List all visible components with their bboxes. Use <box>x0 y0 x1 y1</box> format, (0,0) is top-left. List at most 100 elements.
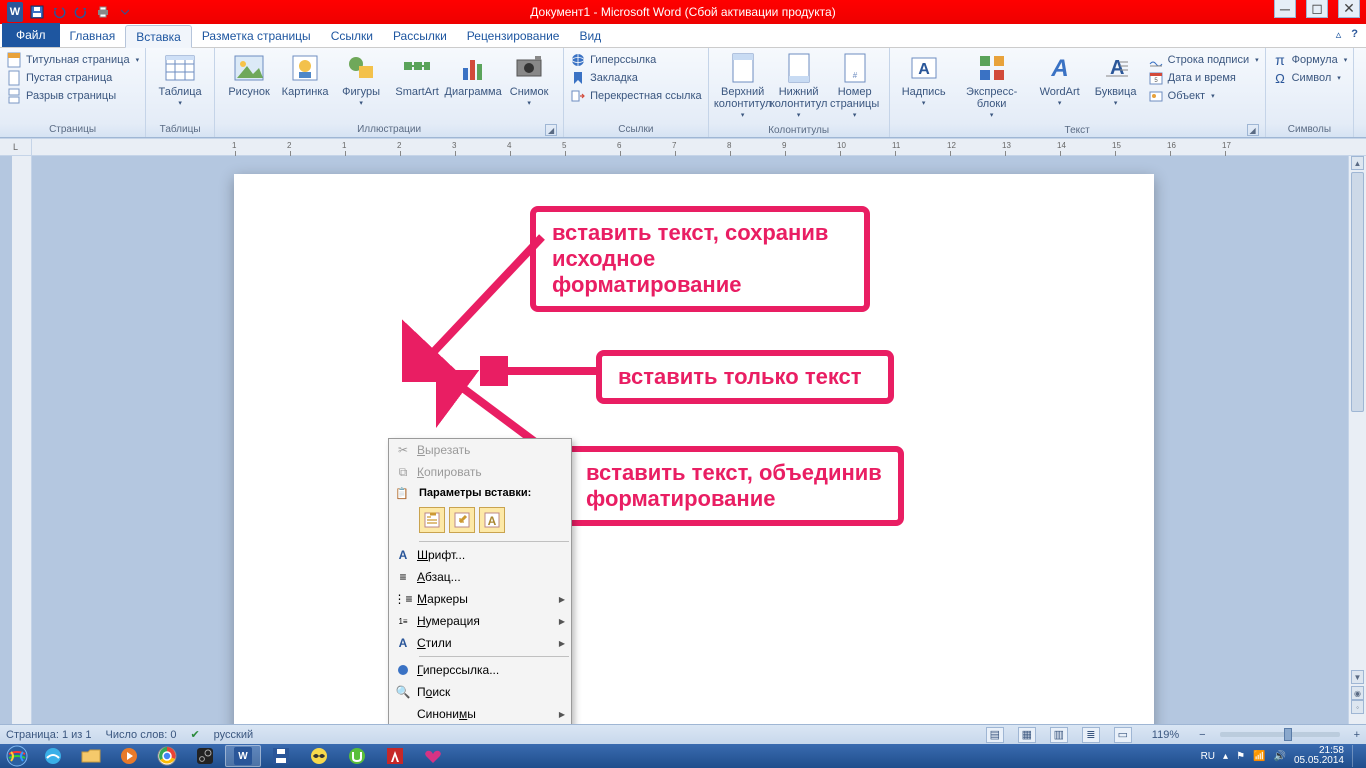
table-button[interactable]: Таблица▾ <box>152 50 208 112</box>
prev-page-icon[interactable]: ◉ <box>1351 686 1364 700</box>
maximize-button[interactable]: ◻ <box>1306 0 1328 18</box>
task-media[interactable] <box>111 745 147 767</box>
paste-merge-formatting[interactable] <box>449 507 475 533</box>
cm-font[interactable]: AШрифт... <box>389 544 571 566</box>
tray-volume-icon[interactable]: 🔊 <box>1273 751 1285 762</box>
footer-button[interactable]: Нижний колонтитул▾ <box>771 50 827 124</box>
text-launcher[interactable]: ◢ <box>1247 124 1259 136</box>
cm-hyperlink[interactable]: Гиперссылка... <box>389 659 571 681</box>
status-words[interactable]: Число слов: 0 <box>106 729 177 741</box>
task-ie[interactable] <box>35 745 71 767</box>
close-button[interactable]: ✕ <box>1338 0 1360 18</box>
task-heart[interactable] <box>415 745 451 767</box>
view-draft[interactable]: ▭ <box>1114 727 1132 743</box>
blank-page-button[interactable]: Пустая страница <box>6 70 139 86</box>
task-utorrent[interactable] <box>339 745 375 767</box>
textbox-button[interactable]: AНадпись▾ <box>896 50 952 112</box>
screenshot-button[interactable]: Снимок▾ <box>501 50 557 112</box>
cm-cut[interactable]: ✂Вырезать <box>389 439 571 461</box>
cover-page-button[interactable]: Титульная страница▾ <box>6 52 139 68</box>
chart-button[interactable]: Диаграмма <box>445 50 501 100</box>
scrollbar-vertical[interactable]: ▲ ▼ ◉ ◦ <box>1348 156 1366 724</box>
zoom-level[interactable]: 119% <box>1152 729 1179 741</box>
task-chrome[interactable] <box>149 745 185 767</box>
ruler-corner[interactable]: L <box>0 138 32 156</box>
cm-paragraph[interactable]: ≡Абзац... <box>389 566 571 588</box>
task-adobe[interactable] <box>377 745 413 767</box>
quickparts-button[interactable]: Экспресс-блоки▾ <box>952 50 1032 124</box>
cm-styles[interactable]: AСтили▶ <box>389 632 571 654</box>
smartart-button[interactable]: SmartArt <box>389 50 445 100</box>
hyperlink-button[interactable]: Гиперссылка <box>570 52 702 68</box>
browse-object-icon[interactable]: ◦ <box>1351 700 1364 714</box>
tab-review[interactable]: Рецензирование <box>457 24 570 47</box>
zoom-in-button[interactable]: + <box>1354 729 1360 741</box>
start-button[interactable] <box>0 744 34 768</box>
file-tab[interactable]: Файл <box>2 23 60 47</box>
status-language[interactable]: русский <box>214 729 253 741</box>
illustrations-launcher[interactable]: ◢ <box>545 124 557 136</box>
qat-customize-icon[interactable] <box>116 3 134 21</box>
clipart-button[interactable]: Картинка <box>277 50 333 100</box>
cm-synonyms[interactable]: Синонимы▶ <box>389 703 571 724</box>
minimize-button[interactable]: ─ <box>1274 0 1296 18</box>
signature-line-button[interactable]: Строка подписи▾ <box>1148 52 1259 68</box>
tray-network-icon[interactable]: 📶 <box>1253 751 1265 762</box>
tray-lang[interactable]: RU <box>1201 751 1215 762</box>
cm-bullets[interactable]: ⋮≡Маркеры▶ <box>389 588 571 610</box>
save-icon[interactable] <box>28 3 46 21</box>
status-proofing-icon[interactable]: ✔ <box>190 728 199 741</box>
tab-references[interactable]: Ссылки <box>321 24 383 47</box>
ruler-horizontal[interactable]: 121234567891011121314151617 <box>32 138 1366 156</box>
bookmark-button[interactable]: Закладка <box>570 70 702 86</box>
scroll-up-arrow[interactable]: ▲ <box>1351 156 1364 170</box>
scroll-thumb[interactable] <box>1351 172 1364 412</box>
ribbon-minimize-icon[interactable]: ▵ <box>1336 28 1342 41</box>
view-web-layout[interactable]: ▥ <box>1050 727 1068 743</box>
task-bat[interactable] <box>301 745 337 767</box>
tab-view[interactable]: Вид <box>569 24 611 47</box>
show-desktop-button[interactable] <box>1352 745 1360 767</box>
tab-page-layout[interactable]: Разметка страницы <box>192 24 321 47</box>
wordart-button[interactable]: AWordArt▾ <box>1032 50 1088 112</box>
datetime-button[interactable]: 5Дата и время <box>1148 70 1259 86</box>
tab-mailings[interactable]: Рассылки <box>383 24 457 47</box>
page-break-button[interactable]: Разрыв страницы <box>6 88 139 104</box>
shapes-button[interactable]: Фигуры▾ <box>333 50 389 112</box>
zoom-out-button[interactable]: − <box>1199 729 1205 741</box>
page-number-button[interactable]: #Номер страницы▾ <box>827 50 883 124</box>
symbol-button[interactable]: ΩСимвол▾ <box>1272 70 1348 86</box>
scroll-down-arrow[interactable]: ▼ <box>1351 670 1364 684</box>
tray-flag-icon[interactable]: ⚑ <box>1236 751 1245 762</box>
tab-home[interactable]: Главная <box>60 24 126 47</box>
print-icon[interactable] <box>94 3 112 21</box>
cm-search[interactable]: 🔍Поиск <box>389 681 571 703</box>
view-full-screen[interactable]: ▦ <box>1018 727 1036 743</box>
paste-keep-source[interactable] <box>419 507 445 533</box>
task-steam[interactable] <box>187 745 223 767</box>
view-outline[interactable]: ≣ <box>1082 727 1100 743</box>
cross-reference-button[interactable]: Перекрестная ссылка <box>570 88 702 104</box>
word-app-icon[interactable]: W <box>6 3 24 21</box>
redo-icon[interactable] <box>72 3 90 21</box>
paste-text-only[interactable]: A <box>479 507 505 533</box>
zoom-slider[interactable] <box>1220 732 1340 737</box>
object-button[interactable]: Объект▾ <box>1148 88 1259 104</box>
ruler-vertical[interactable] <box>12 156 32 724</box>
task-save-app[interactable] <box>263 745 299 767</box>
dropcap-button[interactable]: AБуквица▾ <box>1088 50 1144 112</box>
equation-button[interactable]: πФормула▾ <box>1272 52 1348 68</box>
tab-insert[interactable]: Вставка <box>125 25 192 48</box>
tray-clock[interactable]: 21:5805.05.2014 <box>1294 746 1344 766</box>
undo-icon[interactable] <box>50 3 68 21</box>
picture-button[interactable]: Рисунок <box>221 50 277 100</box>
task-word[interactable]: W <box>225 745 261 767</box>
status-page[interactable]: Страница: 1 из 1 <box>6 729 92 741</box>
cm-copy[interactable]: ⧉Копировать <box>389 461 571 483</box>
cm-numbering[interactable]: 1≡Нумерация▶ <box>389 610 571 632</box>
view-print-layout[interactable]: ▤ <box>986 727 1004 743</box>
task-explorer[interactable] <box>73 745 109 767</box>
tray-show-hidden-icon[interactable]: ▴ <box>1223 751 1228 762</box>
help-icon[interactable]: ? <box>1351 28 1358 41</box>
header-button[interactable]: Верхний колонтитул▾ <box>715 50 771 124</box>
